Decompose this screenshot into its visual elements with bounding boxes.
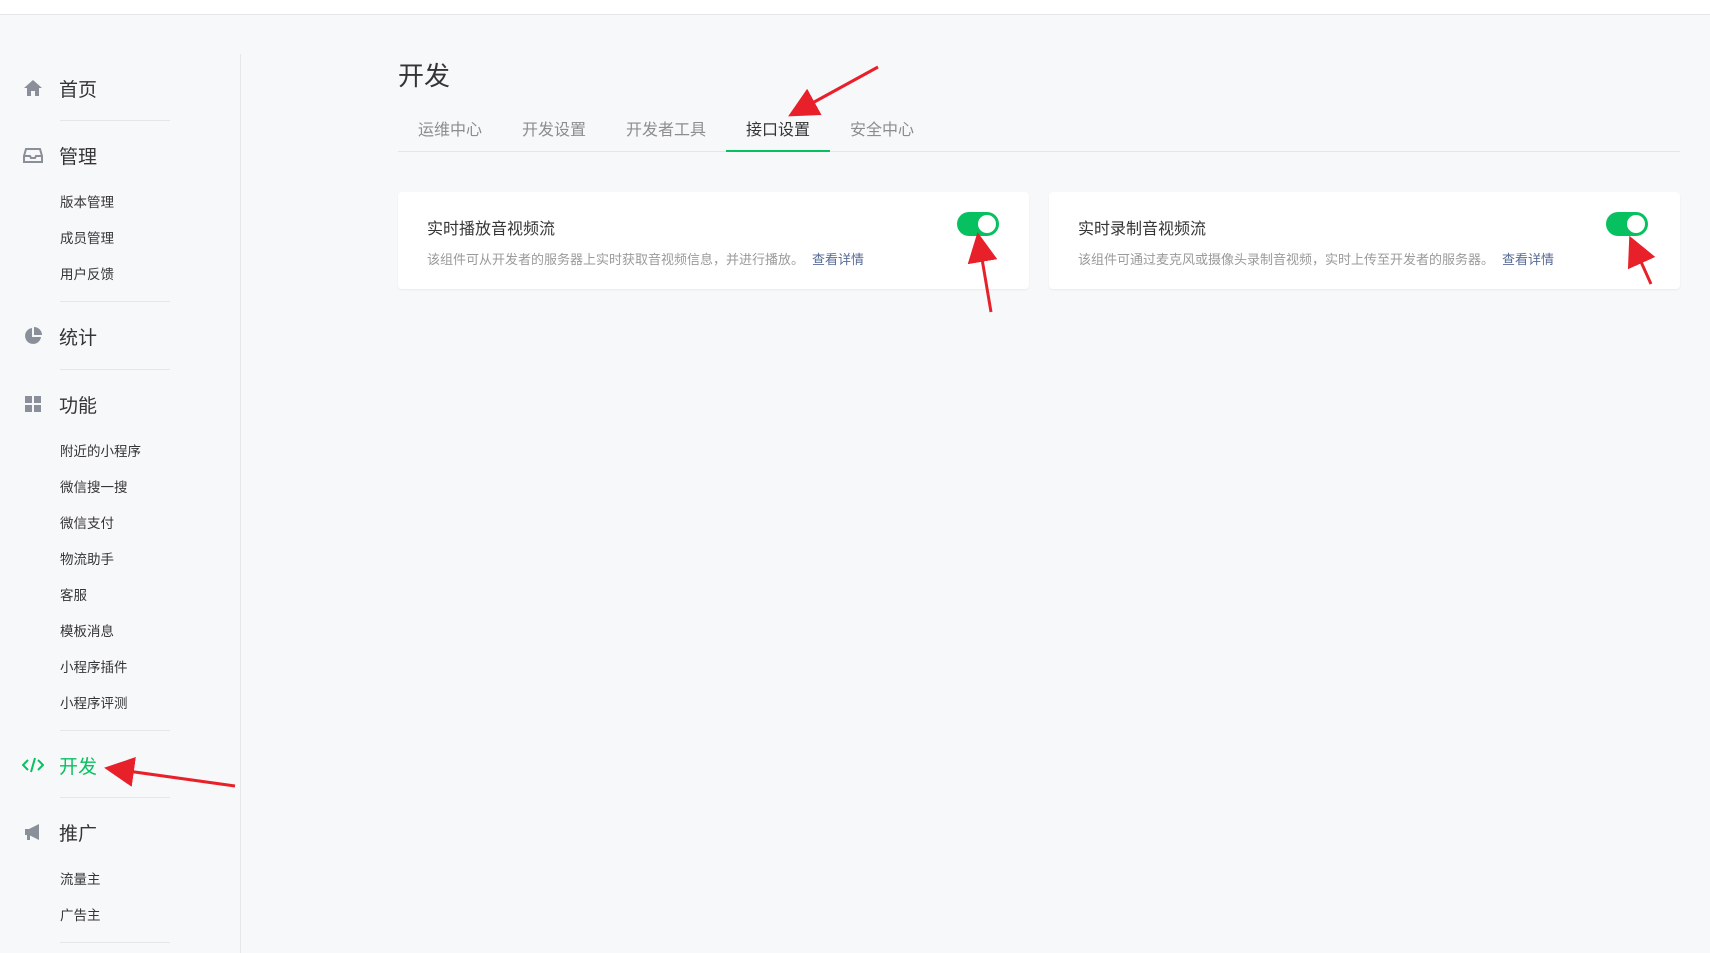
tab-dev-settings[interactable]: 开发设置 <box>502 116 606 152</box>
tab-ops-center[interactable]: 运维中心 <box>398 116 502 152</box>
sidebar-item-stats[interactable]: 统计 <box>22 323 97 349</box>
card-description-text: 该组件可从开发者的服务器上实时获取音视频信息，并进行播放。 <box>427 253 805 268</box>
sidebar-item-traffic-owner[interactable]: 流量主 <box>60 870 101 890</box>
grid-icon <box>22 393 44 415</box>
sidebar-item-search[interactable]: 微信搜一搜 <box>60 478 128 498</box>
sidebar-item-service[interactable]: 客服 <box>60 586 87 606</box>
feature-card-live-pusher: 实时录制音视频流 该组件可通过麦克风或摄像头录制音视频，实时上传至开发者的服务器… <box>1049 192 1680 289</box>
page-title: 开发 <box>398 62 451 92</box>
sidebar-item-label: 管理 <box>59 145 98 168</box>
divider <box>60 730 170 731</box>
sidebar-item-manage[interactable]: 管理 <box>22 142 97 168</box>
sidebar-item-pay[interactable]: 微信支付 <box>60 514 114 534</box>
home-icon <box>22 77 44 99</box>
sidebar-item-nearby[interactable]: 附近的小程序 <box>60 442 141 462</box>
sidebar-item-advertiser[interactable]: 广告主 <box>60 906 101 926</box>
divider <box>60 301 170 302</box>
tab-bar: 运维中心 开发设置 开发者工具 接口设置 安全中心 <box>398 116 1680 152</box>
sidebar-item-review[interactable]: 小程序评测 <box>60 694 128 714</box>
view-details-link[interactable]: 查看详情 <box>812 253 864 268</box>
toggle-knob <box>1627 215 1645 233</box>
live-pusher-toggle[interactable] <box>1606 212 1648 236</box>
card-description: 该组件可通过麦克风或摄像头录制音视频，实时上传至开发者的服务器。 查看详情 <box>1078 249 1554 268</box>
card-title: 实时播放音视频流 <box>427 219 556 238</box>
sidebar-item-version[interactable]: 版本管理 <box>60 193 114 213</box>
divider <box>60 120 170 121</box>
sidebar-item-label: 开发 <box>59 755 98 778</box>
sidebar-item-home[interactable]: 首页 <box>22 75 97 101</box>
sidebar-item-label: 推广 <box>59 822 98 845</box>
toggle-knob <box>978 215 996 233</box>
card-description-text: 该组件可通过麦克风或摄像头录制音视频，实时上传至开发者的服务器。 <box>1078 253 1495 268</box>
live-player-toggle[interactable] <box>957 212 999 236</box>
divider <box>60 369 170 370</box>
sidebar-item-feedback[interactable]: 用户反馈 <box>60 265 114 285</box>
inbox-icon <box>22 144 44 166</box>
sidebar: 首页 管理 版本管理 成员管理 用户反馈 统计 功能 附近的小程序 微信搜一搜 … <box>0 54 241 953</box>
sidebar-item-members[interactable]: 成员管理 <box>60 229 114 249</box>
sidebar-item-plugin[interactable]: 小程序插件 <box>60 658 128 678</box>
main-content: 开发 运维中心 开发设置 开发者工具 接口设置 安全中心 实时播放音视频流 该组… <box>398 0 1680 953</box>
card-description: 该组件可从开发者的服务器上实时获取音视频信息，并进行播放。 查看详情 <box>427 249 864 268</box>
sidebar-item-develop[interactable]: 开发 <box>22 752 97 778</box>
megaphone-icon <box>22 821 44 843</box>
sidebar-item-features[interactable]: 功能 <box>22 391 97 417</box>
sidebar-item-logistics[interactable]: 物流助手 <box>60 550 114 570</box>
tab-security-center[interactable]: 安全中心 <box>830 116 934 152</box>
sidebar-item-label: 统计 <box>59 326 98 349</box>
divider <box>60 797 170 798</box>
tab-api-settings[interactable]: 接口设置 <box>726 116 830 152</box>
card-title: 实时录制音视频流 <box>1078 219 1207 238</box>
view-details-link[interactable]: 查看详情 <box>1502 253 1554 268</box>
sidebar-item-label: 功能 <box>59 394 98 417</box>
code-icon <box>22 754 44 776</box>
sidebar-item-template[interactable]: 模板消息 <box>60 622 114 642</box>
sidebar-item-promote[interactable]: 推广 <box>22 819 97 845</box>
divider <box>60 942 170 943</box>
pie-chart-icon <box>22 325 44 347</box>
feature-card-live-player: 实时播放音视频流 该组件可从开发者的服务器上实时获取音视频信息，并进行播放。 查看… <box>398 192 1029 289</box>
sidebar-item-label: 首页 <box>59 78 98 101</box>
tab-dev-tools[interactable]: 开发者工具 <box>606 116 726 152</box>
